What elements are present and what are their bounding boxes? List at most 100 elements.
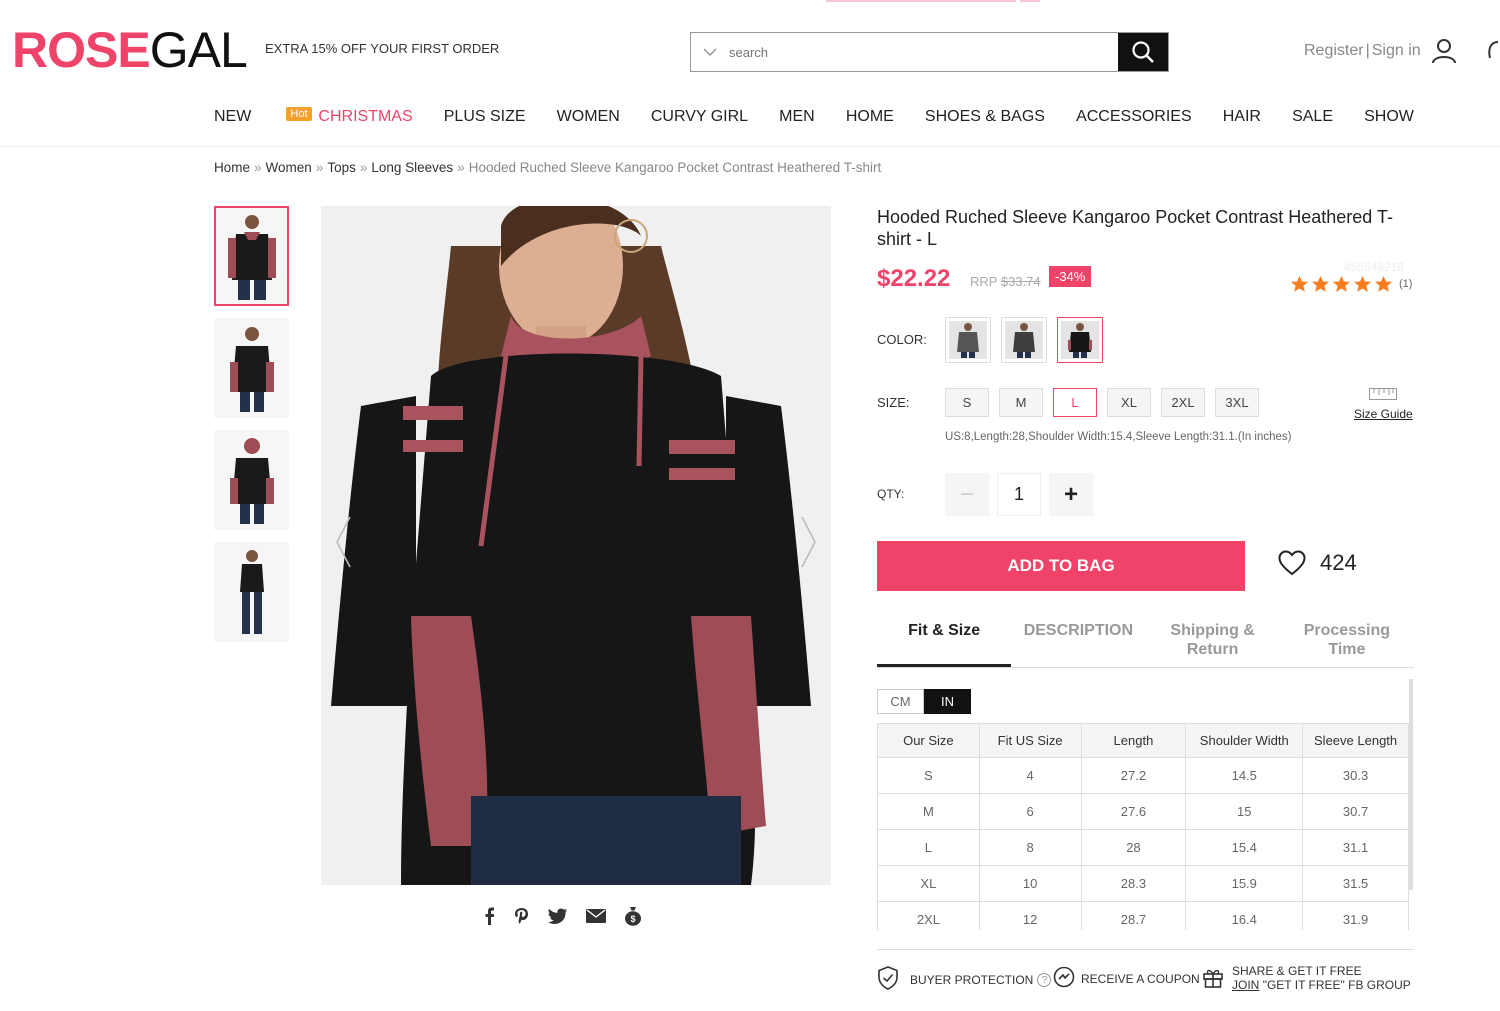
table-cell: 15	[1185, 793, 1304, 830]
discount-badge: -34%	[1049, 266, 1092, 287]
money-bag-icon[interactable]: $	[624, 906, 642, 926]
size-option-s[interactable]: S	[945, 388, 989, 417]
qty-input[interactable]: 1	[997, 473, 1041, 516]
product-thumbnail-4[interactable]	[214, 542, 289, 642]
star-icon	[1311, 275, 1330, 292]
table-header: Our Size	[877, 723, 980, 758]
table-header: Fit US Size	[978, 723, 1082, 758]
review-count[interactable]: (1)	[1399, 278, 1412, 290]
nav-hair[interactable]: HAIR	[1223, 108, 1261, 130]
tab-processing-line1: Processing	[1303, 622, 1390, 639]
add-to-bag-button[interactable]: ADD TO BAG	[877, 541, 1245, 591]
help-icon[interactable]: ?	[1037, 973, 1052, 987]
breadcrumb-long-sleeves[interactable]: Long Sleeves	[371, 160, 453, 175]
color-swatch-dark-grey[interactable]	[1001, 317, 1047, 363]
size-guide-label: Size Guide	[1354, 407, 1413, 421]
user-icon[interactable]	[1431, 38, 1457, 64]
nav-accessories[interactable]: ACCESSORIES	[1076, 108, 1192, 130]
breadcrumb-sep: »	[359, 160, 368, 175]
share-get-free[interactable]: SHARE & GET IT FREE JOIN "GET IT FREE" F…	[1202, 964, 1411, 992]
nav-show[interactable]: SHOW	[1364, 108, 1414, 130]
search-input[interactable]	[729, 33, 1118, 71]
unit-in-button[interactable]: IN	[924, 689, 971, 714]
email-icon[interactable]	[586, 909, 606, 923]
tab-shipping-line1: Shipping &	[1170, 622, 1255, 639]
buyer-protection[interactable]: BUYER PROTECTION ?	[877, 966, 1052, 990]
prev-image-arrow[interactable]	[334, 515, 352, 577]
table-cell: M	[877, 793, 980, 830]
nav-new[interactable]: NEW	[214, 108, 251, 130]
twitter-icon[interactable]	[548, 908, 568, 924]
breadcrumb-sep: »	[315, 160, 324, 175]
nav-christmas[interactable]: Hot CHRISTMAS	[286, 107, 413, 130]
size-option-l[interactable]: L	[1053, 388, 1097, 417]
nav-home[interactable]: HOME	[846, 108, 894, 130]
table-cell: 16.4	[1185, 901, 1304, 930]
share-row: $	[482, 906, 642, 926]
nav-plus-size[interactable]: PLUS SIZE	[444, 108, 526, 130]
search-button[interactable]	[1118, 33, 1168, 71]
ruler-icon	[1369, 388, 1398, 400]
product-thumbnail-2[interactable]	[214, 318, 289, 418]
pinterest-icon[interactable]	[514, 907, 530, 925]
table-cell: 2XL	[877, 901, 980, 930]
unit-cm-button[interactable]: CM	[877, 689, 924, 714]
wishlist-button[interactable]: 424	[1278, 550, 1357, 576]
breadcrumb-sep: »	[457, 160, 465, 175]
next-image-arrow[interactable]	[800, 515, 818, 577]
table-row: S 4 27.2 14.5 30.3	[877, 757, 1409, 794]
nav-shoes-bags[interactable]: SHOES & BAGS	[925, 108, 1045, 130]
gift-icon	[1203, 969, 1223, 988]
nav-curvy-girl[interactable]: CURVY GIRL	[651, 108, 748, 130]
table-cell: 28.3	[1080, 865, 1187, 902]
table-cell: 31.1	[1302, 829, 1409, 866]
product-thumbnail-1[interactable]	[214, 206, 289, 306]
qty-decrease-button[interactable]: −	[945, 473, 989, 516]
table-cell: S	[877, 757, 980, 794]
size-option-2xl[interactable]: 2XL	[1161, 388, 1205, 417]
nav-men[interactable]: MEN	[779, 108, 815, 130]
coupon-icon	[1053, 966, 1075, 988]
size-option-xl[interactable]: XL	[1107, 388, 1151, 417]
table-cell: 30.7	[1302, 793, 1409, 830]
product-thumbnail-3[interactable]	[214, 430, 289, 530]
nav-women[interactable]: WOMEN	[557, 108, 620, 130]
breadcrumb-home[interactable]: Home	[214, 160, 250, 175]
product-title: Hooded Ruched Sleeve Kangaroo Pocket Con…	[877, 207, 1393, 249]
register-link[interactable]: Register	[1304, 42, 1364, 60]
join-link[interactable]: JOIN	[1232, 978, 1259, 992]
cart-icon[interactable]	[1486, 38, 1500, 71]
breadcrumb-tops[interactable]: Tops	[327, 160, 356, 175]
qty-increase-button[interactable]: +	[1049, 473, 1093, 516]
search-bar	[690, 32, 1169, 72]
product-sku: 455548216	[1344, 260, 1405, 274]
size-guide-link[interactable]: Size Guide	[1354, 388, 1413, 421]
size-label: SIZE:	[877, 395, 910, 410]
table-cell: 15.4	[1185, 829, 1304, 866]
facebook-icon[interactable]	[482, 907, 496, 925]
table-scrollbar[interactable]	[1409, 679, 1413, 890]
account-separator: |	[1365, 42, 1370, 59]
nav-sale[interactable]: SALE	[1292, 108, 1333, 130]
color-swatch-grey[interactable]	[945, 317, 991, 363]
tab-description[interactable]: DESCRIPTION	[1011, 621, 1145, 667]
color-swatch-black[interactable]	[1057, 317, 1103, 363]
size-measurements: US:8,Length:28,Shoulder Width:15.4,Sleev…	[945, 431, 1292, 443]
rating-stars[interactable]: (1)	[1290, 275, 1412, 293]
table-cell: 28	[1080, 829, 1187, 866]
tab-processing-time[interactable]: Processing Time	[1280, 621, 1414, 667]
tab-shipping-return[interactable]: Shipping & Return	[1146, 621, 1280, 667]
main-nav: NEW Hot CHRISTMAS PLUS SIZE WOMEN CURVY …	[214, 107, 1414, 130]
main-product-image[interactable]	[321, 206, 831, 885]
tab-fit-size[interactable]: Fit & Size	[877, 621, 1012, 667]
logo[interactable]: ROSEGAL	[12, 22, 248, 78]
table-cell: 31.9	[1302, 901, 1409, 930]
signin-link[interactable]: Sign in	[1372, 42, 1421, 60]
size-option-m[interactable]: M	[999, 388, 1043, 417]
chevron-down-icon[interactable]	[691, 33, 729, 71]
receive-coupon[interactable]: RECEIVE A COUPON	[1053, 966, 1200, 988]
size-option-3xl[interactable]: 3XL	[1215, 388, 1259, 417]
logo-rose: ROSE	[12, 22, 151, 78]
breadcrumb-women[interactable]: Women	[266, 160, 312, 175]
promo-text[interactable]: EXTRA 15% OFF YOUR FIRST ORDER	[265, 41, 499, 56]
